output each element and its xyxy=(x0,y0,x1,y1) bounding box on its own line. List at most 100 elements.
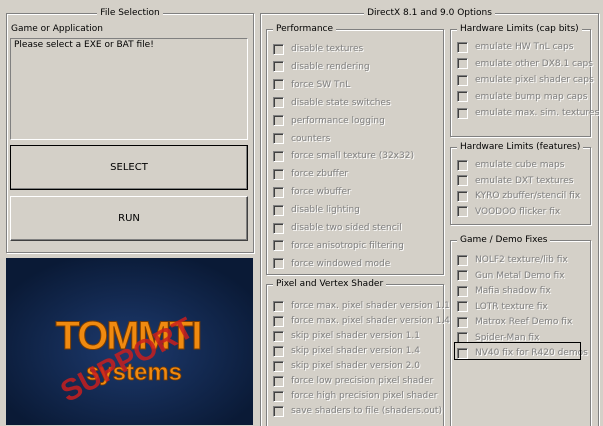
hw-features-checkbox-label: KYRO zbuffer/stencil fix xyxy=(475,191,581,201)
game-fix-checkbox-row[interactable]: Matrox Reef Demo fix xyxy=(457,315,572,329)
hw-caps-checkbox[interactable] xyxy=(457,107,468,119)
performance-checkbox[interactable] xyxy=(273,97,284,109)
performance-checkbox-label: disable rendering xyxy=(291,61,370,72)
performance-checkbox-row[interactable]: disable textures xyxy=(273,42,363,56)
game-fix-checkbox-row[interactable]: NOLF2 texture/lib fix xyxy=(457,253,568,267)
hw-caps-checkbox-row[interactable]: emulate bump map caps xyxy=(457,90,587,104)
hw-caps-checkbox[interactable] xyxy=(457,74,468,86)
shader-checkbox[interactable] xyxy=(273,375,284,387)
shader-checkbox-label: save shaders to file (shaders.out) xyxy=(291,406,442,416)
game-fix-checkbox-row[interactable]: LOTR texture fix xyxy=(457,300,548,314)
hw-caps-checkbox-row[interactable]: emulate max. sim. textures xyxy=(457,106,599,120)
shader-checkbox[interactable] xyxy=(273,390,284,402)
game-fix-checkbox-label: Matrox Reef Demo fix xyxy=(475,317,573,327)
performance-checkbox[interactable] xyxy=(273,168,284,180)
run-button-label: RUN xyxy=(118,213,140,224)
hw-features-checkbox[interactable] xyxy=(457,206,468,217)
hw-caps-checkbox-row[interactable]: emulate other DX8.1 caps xyxy=(457,57,593,71)
hw-features-checkbox[interactable] xyxy=(457,159,468,171)
shader-checkbox-label: force max. pixel shader version 1.1 xyxy=(291,301,450,311)
game-fix-checkbox[interactable] xyxy=(457,270,468,281)
performance-checkbox-label: force small texture (32x32) xyxy=(291,151,414,162)
performance-checkbox-label: force zbuffer xyxy=(291,169,349,180)
shader-checkbox-row[interactable]: force max. pixel shader version 1.4 xyxy=(273,314,450,328)
game-fix-checkbox-row[interactable]: Mafia shadow fix xyxy=(457,284,551,298)
hw-features-checkbox-row[interactable]: VOODOO flicker fix xyxy=(457,205,560,219)
hw-features-group: Hardware Limits (features) emulate cube … xyxy=(450,142,591,225)
game-fix-checkbox-label: Gun Metal Demo fix xyxy=(475,270,565,281)
hw-caps-checkbox-row[interactable]: emulate pixel shader caps xyxy=(457,73,594,87)
performance-checkbox[interactable] xyxy=(273,43,284,55)
hw-features-checkbox[interactable] xyxy=(457,175,468,186)
shader-checkbox-label: force high precision pixel shader xyxy=(291,391,438,401)
file-path-field[interactable]: Please select a EXE or BAT file! xyxy=(10,38,248,140)
performance-checkbox-label: force anisotropic filtering xyxy=(291,240,404,251)
run-button[interactable]: RUN xyxy=(10,196,248,241)
hw-caps-checkbox[interactable] xyxy=(457,58,468,69)
shader-checkbox-row[interactable]: skip pixel shader version 1.4 xyxy=(273,344,420,358)
hw-features-checkbox-label: VOODOO flicker fix xyxy=(475,206,561,217)
tommti-logo-graphic: TOMMTI systems SUPPORT xyxy=(6,258,253,425)
shader-checkbox-row[interactable]: skip pixel shader version 2.0 xyxy=(273,359,420,373)
performance-checkbox-row[interactable]: force zbuffer xyxy=(273,167,348,181)
directx-options-title: DirectX 8.1 and 9.0 Options xyxy=(364,8,495,18)
hw-features-checkbox-row[interactable]: emulate DXT textures xyxy=(457,174,573,188)
select-button[interactable]: SELECT xyxy=(10,145,248,190)
pixel-vertex-shader-title: Pixel and Vertex Shader xyxy=(273,279,387,289)
performance-checkbox[interactable] xyxy=(273,258,284,270)
hw-caps-checkbox[interactable] xyxy=(457,91,468,102)
performance-checkbox-row[interactable]: force SW TnL xyxy=(273,78,350,92)
shader-checkbox[interactable] xyxy=(273,315,284,327)
shader-checkbox-row[interactable]: skip pixel shader version 1.1 xyxy=(273,329,420,343)
shader-checkbox-row[interactable]: save shaders to file (shaders.out) xyxy=(273,404,442,418)
performance-checkbox-row[interactable]: force windowed mode xyxy=(273,257,390,271)
performance-checkbox[interactable] xyxy=(273,186,284,198)
performance-checkbox[interactable] xyxy=(273,150,284,162)
performance-checkbox-row[interactable]: disable lighting xyxy=(273,203,360,217)
shader-checkbox-row[interactable]: force high precision pixel shader xyxy=(273,389,438,403)
performance-checkbox[interactable] xyxy=(273,222,284,234)
hw-caps-checkbox-label: emulate bump map caps xyxy=(475,91,588,102)
shader-checkbox[interactable] xyxy=(273,360,284,372)
performance-checkbox[interactable] xyxy=(273,115,284,127)
performance-checkbox[interactable] xyxy=(273,240,284,252)
performance-checkbox[interactable] xyxy=(273,79,284,91)
performance-checkbox-row[interactable]: disable rendering xyxy=(273,60,370,74)
hw-caps-checkbox[interactable] xyxy=(457,41,468,53)
file-path-value: Please select a EXE or BAT file! xyxy=(14,40,154,50)
performance-checkbox-row[interactable]: force small texture (32x32) xyxy=(273,149,414,163)
performance-checkbox-row[interactable]: counters xyxy=(273,132,330,146)
game-fix-checkbox[interactable] xyxy=(457,316,468,328)
shader-checkbox[interactable] xyxy=(273,405,284,417)
shader-checkbox-row[interactable]: force max. pixel shader version 1.1 xyxy=(273,299,450,313)
performance-checkbox[interactable] xyxy=(273,204,284,216)
performance-checkbox-label: disable textures xyxy=(291,44,364,54)
game-fixes-title: Game / Demo Fixes xyxy=(457,235,551,245)
performance-checkbox-row[interactable]: force anisotropic filtering xyxy=(273,239,404,253)
shader-checkbox[interactable] xyxy=(273,330,284,342)
game-fix-checkbox[interactable] xyxy=(457,254,468,266)
performance-checkbox[interactable] xyxy=(273,61,284,73)
shader-checkbox-row[interactable]: force low precision pixel shader xyxy=(273,374,433,388)
shader-checkbox-label: skip pixel shader version 1.4 xyxy=(291,346,420,356)
game-fixes-group: Game / Demo Fixes NOLF2 texture/lib fix G… xyxy=(450,235,591,426)
performance-checkbox-row[interactable]: disable state switches xyxy=(273,96,391,110)
performance-checkbox-row[interactable]: force wbuffer xyxy=(273,185,351,199)
performance-checkbox-row[interactable]: performance logging xyxy=(273,114,385,128)
hw-features-title: Hardware Limits (features) xyxy=(457,142,584,152)
performance-checkbox-row[interactable]: disable two sided stencil xyxy=(273,221,402,235)
game-fix-checkbox-label: NOLF2 texture/lib fix xyxy=(475,255,568,265)
shader-checkbox[interactable] xyxy=(273,300,284,312)
hw-features-checkbox-row[interactable]: emulate cube maps xyxy=(457,158,564,172)
hw-caps-checkbox-row[interactable]: emulate HW TnL caps xyxy=(457,40,573,54)
game-fix-checkbox[interactable] xyxy=(457,285,468,297)
select-button-label: SELECT xyxy=(110,162,148,173)
performance-checkbox-label: force SW TnL xyxy=(291,79,351,90)
game-fix-checkbox-row[interactable]: Gun Metal Demo fix xyxy=(457,269,565,283)
performance-checkbox[interactable] xyxy=(273,133,284,144)
hw-features-checkbox[interactable] xyxy=(457,190,468,202)
focused-item-outline xyxy=(454,342,581,360)
game-fix-checkbox[interactable] xyxy=(457,301,468,312)
hw-features-checkbox-row[interactable]: KYRO zbuffer/stencil fix xyxy=(457,189,580,203)
shader-checkbox[interactable] xyxy=(273,345,284,357)
